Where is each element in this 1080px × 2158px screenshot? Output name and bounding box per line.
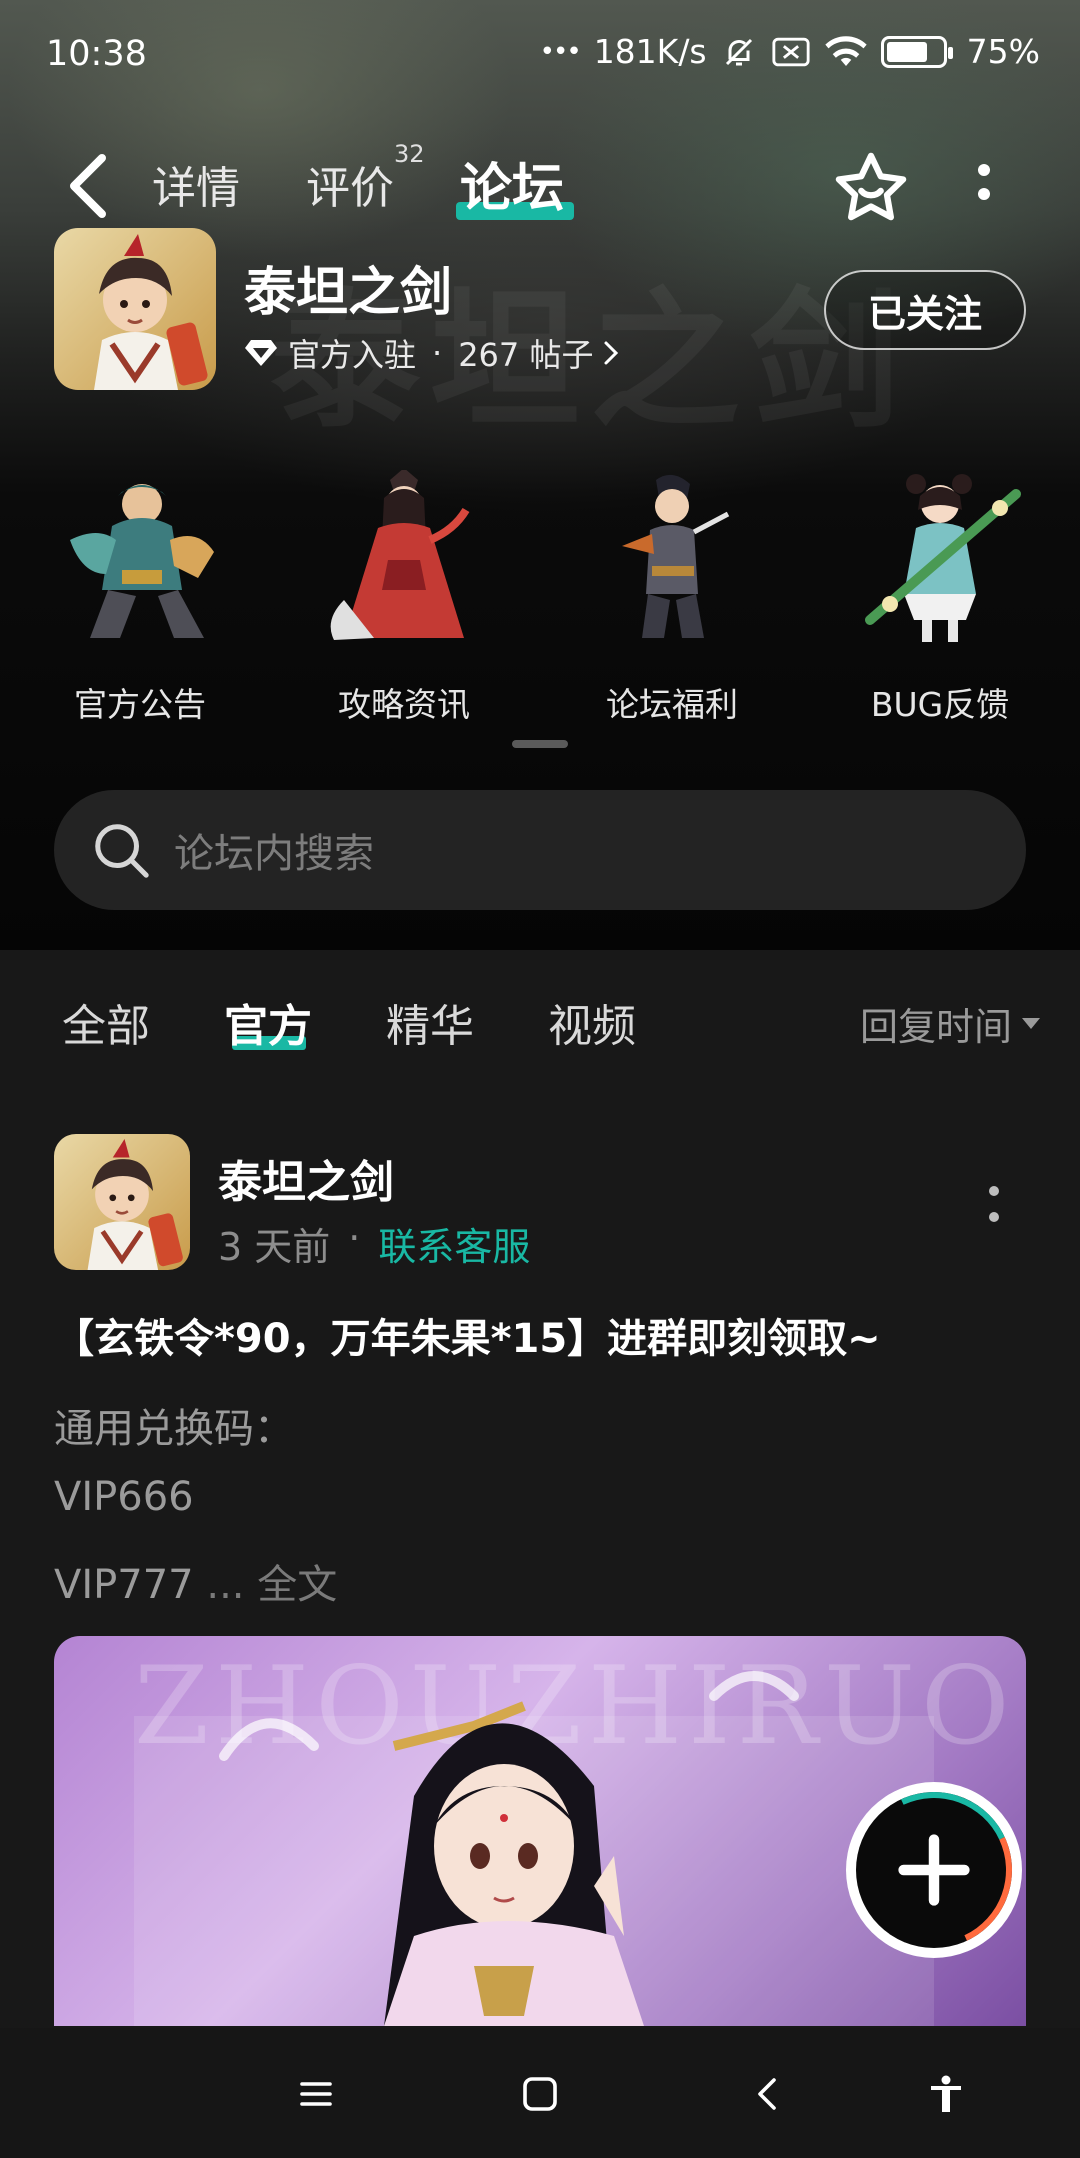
system-nav-bar (0, 2028, 1080, 2158)
category-art-swordsman (622, 474, 730, 638)
review-count-badge: 32 (394, 140, 425, 168)
category-label: 官方公告 (74, 685, 206, 724)
post-count: 267 帖子 (458, 336, 594, 374)
filter-tab-featured[interactable]: 精华 (386, 990, 474, 1054)
post-author-avatar[interactable] (54, 1134, 190, 1270)
category-art-staff-girl (865, 474, 1021, 642)
wifi-icon (824, 35, 867, 66)
sim-card-icon (772, 37, 810, 66)
search-placeholder: 论坛内搜索 (174, 831, 374, 877)
caret-down-icon (1022, 1018, 1040, 1029)
menu-icon[interactable] (296, 2074, 336, 2114)
post-body-last-line: VIP777 ... 全文 (54, 1552, 337, 1610)
network-speed: 181K/s (593, 32, 707, 71)
sort-dropdown[interactable]: 回复时间 (860, 996, 1040, 1051)
filter-tab-all[interactable]: 全部 (62, 990, 150, 1054)
diamond-icon (245, 340, 277, 366)
filter-tab-official[interactable]: 官方 (224, 990, 312, 1054)
follow-button[interactable]: 已关注 (824, 270, 1026, 350)
official-badge: 官方入驻 (288, 336, 417, 374)
game-name: 泰坦之剑 (244, 263, 453, 323)
tab-review[interactable]: 评价 (306, 152, 394, 216)
filter-tab-video[interactable]: 视频 (548, 990, 636, 1054)
mute-bell-icon (725, 38, 752, 65)
post-ellipsis: ... (193, 1562, 258, 1608)
post-body-line: VIP666 (54, 1474, 194, 1520)
tab-forum[interactable]: 论坛 (460, 146, 564, 221)
battery-percent: 75% (966, 32, 1040, 71)
accessibility-icon[interactable] (926, 2074, 966, 2114)
category-scroll-indicator (512, 740, 568, 748)
create-post-button[interactable] (834, 1770, 1034, 1970)
search-input[interactable]: 论坛内搜索 (54, 790, 1026, 910)
status-icons: ••• 181K/s 75% (540, 32, 1040, 71)
meta-separator: · (432, 334, 443, 372)
tab-detail[interactable]: 详情 (152, 152, 240, 216)
post-meta: 3 天前 · 联系客服 (218, 1216, 530, 1271)
category-label: BUG反馈 (870, 685, 1010, 724)
game-icon[interactable] (54, 228, 216, 390)
category-official-announcement[interactable]: 官方公告 (30, 470, 250, 726)
sort-label: 回复时间 (859, 1005, 1012, 1049)
category-guides-news[interactable]: 攻略资讯 (294, 468, 514, 726)
category-forum-benefits[interactable]: 论坛福利 (562, 470, 782, 726)
status-time: 10:38 (46, 34, 147, 74)
post-fulltext-link[interactable]: 全文 (257, 1562, 337, 1608)
back-icon[interactable] (62, 150, 114, 222)
category-label: 论坛福利 (606, 685, 738, 724)
category-bug-feedback[interactable]: BUG反馈 (830, 470, 1050, 726)
search-icon (95, 824, 149, 878)
category-label: 攻略资讯 (338, 685, 470, 724)
post-body-line-text: VIP777 (54, 1562, 194, 1608)
more-vertical-icon[interactable] (972, 160, 996, 220)
star-icon[interactable] (832, 150, 910, 224)
back-nav-icon[interactable] (748, 2074, 788, 2114)
category-art-warrior (70, 484, 214, 638)
battery-level (886, 41, 928, 62)
contact-support-link[interactable]: 联系客服 (378, 1216, 530, 1271)
game-meta[interactable]: 官方入驻 · 267 帖子 (244, 330, 619, 376)
battery-icon (880, 35, 953, 68)
status-bar: 10:38 ••• 181K/s 75% (0, 0, 1080, 110)
post-more-icon[interactable] (984, 1182, 1004, 1232)
post-meta-separator: · (348, 1216, 361, 1260)
category-art-red-lady (330, 468, 470, 640)
post-title[interactable]: 【玄铁令*90，万年朱果*15】进群即刻领取~ (54, 1306, 881, 1364)
chevron-right-icon (604, 341, 619, 365)
post-time: 3 天前 (218, 1225, 331, 1269)
home-square-icon[interactable] (520, 2074, 560, 2114)
post-body-line: 通用兑换码： (54, 1406, 294, 1452)
post-author-name[interactable]: 泰坦之剑 (218, 1146, 394, 1210)
notification-dots: ••• (539, 36, 582, 67)
